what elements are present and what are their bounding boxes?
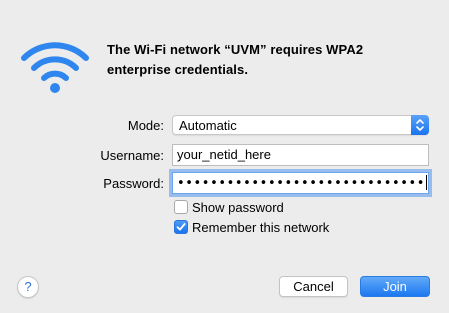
text-caret — [426, 175, 428, 190]
mode-label: Mode: — [127, 118, 164, 133]
message-line-2: enterprise credentials. — [107, 62, 249, 77]
message-line-1: The Wi-Fi network “UVM” requires WPA2 — [107, 42, 364, 57]
show-password-label[interactable]: Show password — [192, 200, 284, 215]
show-password-option[interactable]: Show password — [174, 199, 284, 215]
remember-network-option[interactable]: Remember this network — [174, 219, 329, 235]
checkmark-icon — [176, 223, 186, 231]
password-label: Password: — [103, 176, 164, 191]
mode-select-value: Automatic — [179, 118, 237, 133]
username-label: Username: — [100, 148, 164, 163]
chevron-up-down-icon[interactable] — [411, 115, 429, 135]
remember-network-label[interactable]: Remember this network — [192, 220, 329, 235]
cancel-button[interactable]: Cancel — [279, 276, 348, 297]
wifi-icon — [21, 42, 89, 93]
username-value: your_netid_here — [177, 147, 271, 162]
mode-select[interactable]: Automatic — [172, 115, 429, 135]
password-field[interactable]: •••••••••••••••••••••••••••••• — [172, 172, 429, 194]
help-button[interactable]: ? — [17, 276, 39, 298]
show-password-checkbox[interactable] — [174, 200, 188, 214]
dialog-message: The Wi-Fi network “UVM” requires WPA2 en… — [107, 40, 427, 80]
wifi-credentials-dialog: The Wi-Fi network “UVM” requires WPA2 en… — [0, 0, 449, 313]
remember-network-checkbox[interactable] — [174, 220, 188, 234]
password-mask: •••••••••••••••••••••••••••••• — [177, 176, 426, 191]
username-field[interactable]: your_netid_here — [172, 144, 429, 166]
join-button[interactable]: Join — [360, 276, 430, 297]
